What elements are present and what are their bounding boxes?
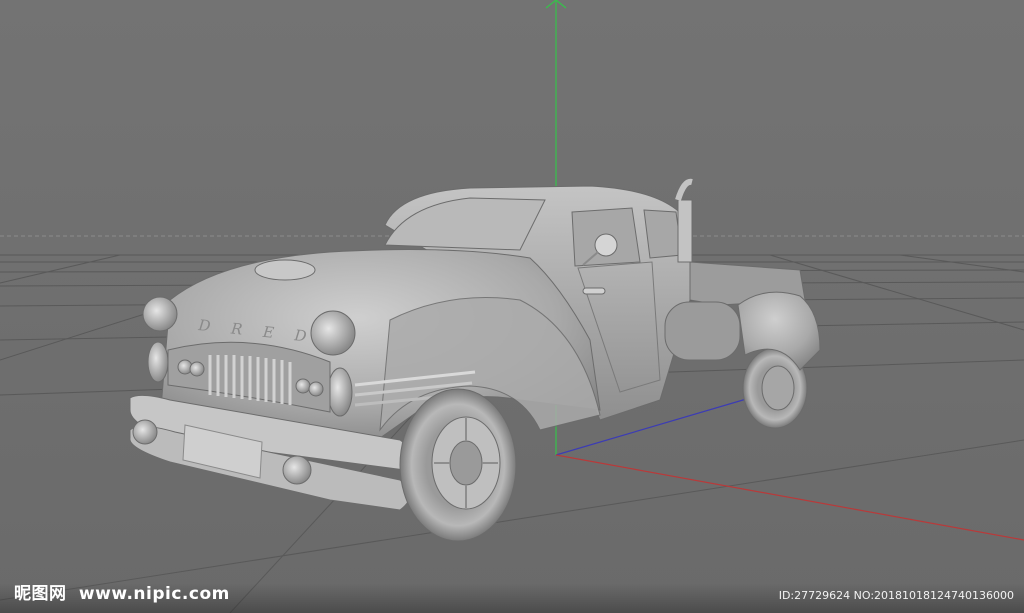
- x-axis: [555, 454, 1024, 541]
- parking-light-left: [147, 341, 169, 383]
- door-handle: [582, 287, 606, 295]
- bumper-guard-right: [282, 455, 312, 485]
- headlight-right: [310, 310, 356, 356]
- parking-light-right: [327, 367, 353, 417]
- viewport-canvas[interactable]: D R E D: [0, 0, 1024, 613]
- site-watermark: 昵图网 www.nipic.com: [14, 579, 230, 604]
- side-tank: [664, 301, 741, 361]
- side-window-rear: [643, 209, 683, 259]
- site-url: www.nipic.com: [78, 584, 230, 604]
- image-id-label: ID:27729624 NO:20181018124740136000: [778, 589, 1014, 602]
- bumper-guard-left: [132, 419, 158, 445]
- 3d-viewport[interactable]: D R E D 昵图网 www.nipic.com ID:27729624 NO…: [0, 0, 1024, 613]
- exhaust-stack: [677, 199, 693, 263]
- hood-ornament: [254, 259, 316, 281]
- site-name-cn: 昵图网: [14, 584, 67, 604]
- headlight-left: [142, 296, 178, 332]
